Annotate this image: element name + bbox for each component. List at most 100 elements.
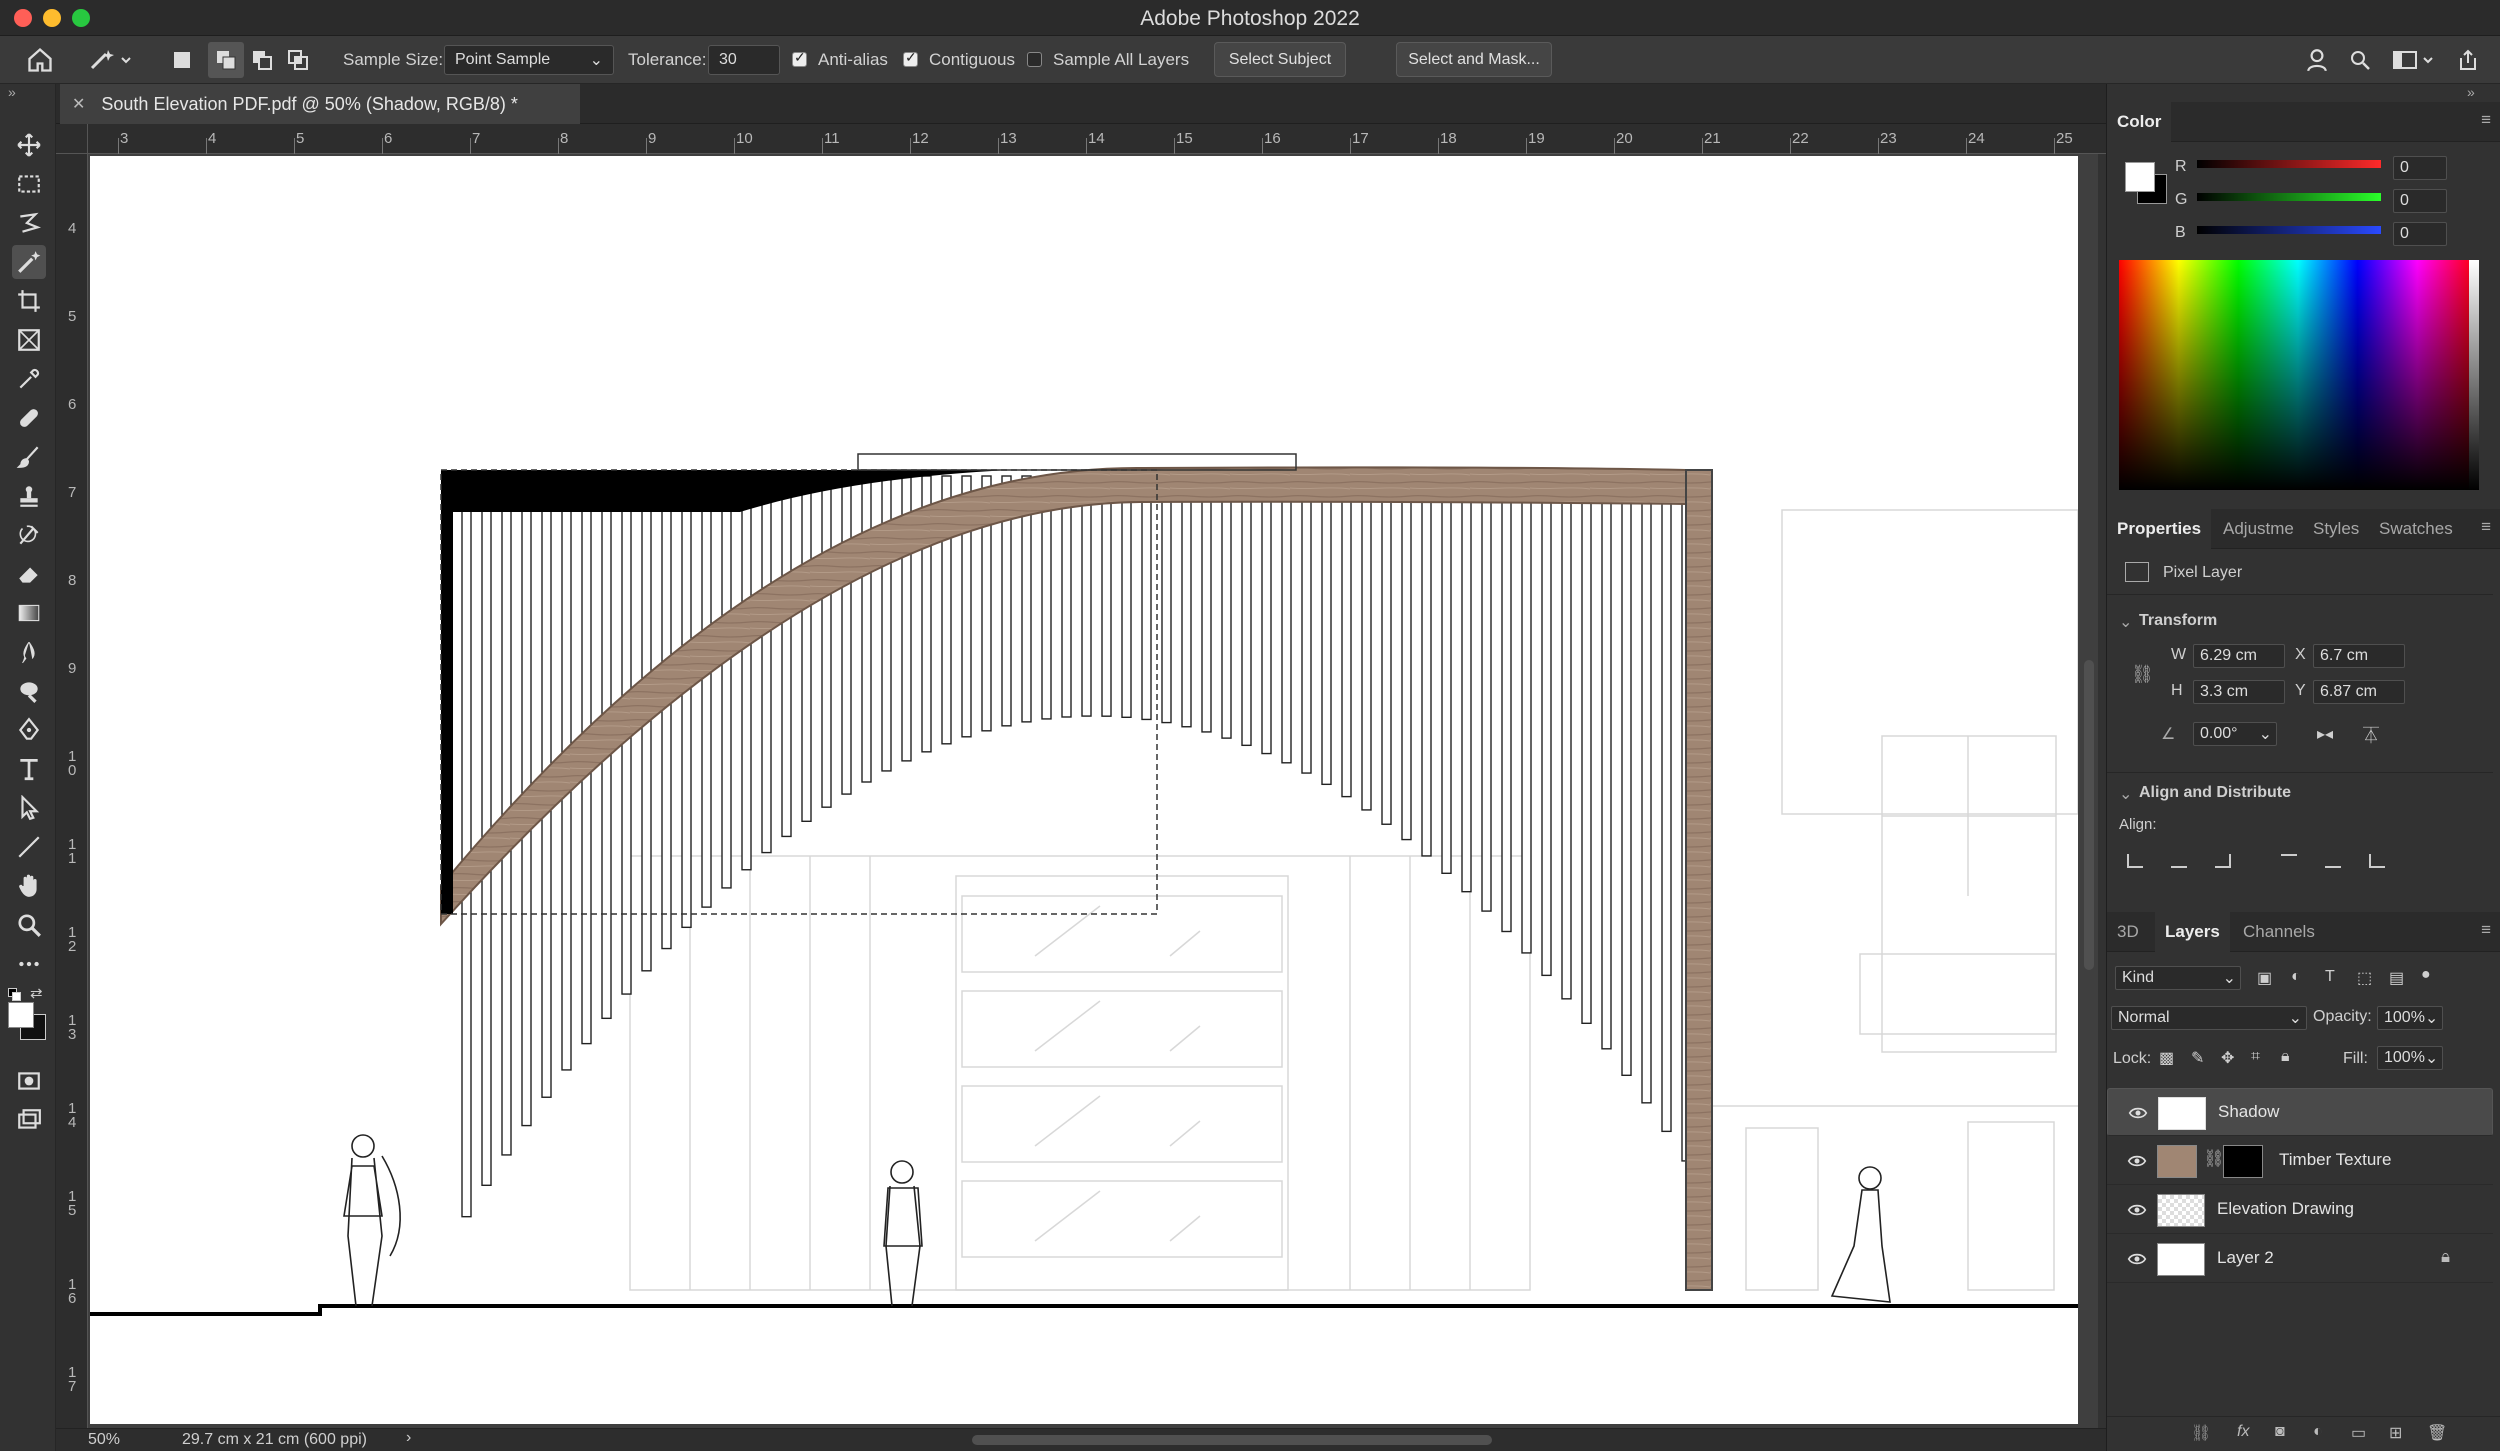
magic-wand-tool-icon[interactable] xyxy=(12,245,46,279)
x-input[interactable]: 6.7 cm xyxy=(2313,644,2405,668)
clone-stamp-tool-icon[interactable] xyxy=(12,479,46,513)
panel-menu-icon[interactable]: ≡ xyxy=(2481,920,2491,940)
line-tool-icon[interactable] xyxy=(12,830,46,864)
sample-size-select[interactable]: Point Sample ⌄ xyxy=(444,45,614,75)
blur-tool-icon[interactable] xyxy=(12,635,46,669)
tab-adjustments[interactable]: Adjustme xyxy=(2213,509,2304,549)
lock-artboard-icon[interactable]: ⌗ xyxy=(2251,1048,2260,1066)
add-mask-icon[interactable]: ◙ xyxy=(2275,1423,2285,1441)
filter-smart-object-icon[interactable]: ▤ xyxy=(2389,968,2404,988)
swap-colors-icon[interactable]: ⇄ xyxy=(30,984,43,1002)
history-brush-tool-icon[interactable] xyxy=(12,518,46,552)
screen-mode-icon[interactable] xyxy=(12,1103,46,1137)
blend-mode-select[interactable]: Normal ⌄ xyxy=(2111,1006,2307,1030)
tab-styles[interactable]: Styles xyxy=(2303,509,2369,549)
flip-horizontal-icon[interactable]: ▸◂ xyxy=(2317,724,2333,744)
align-vertical-center-icon[interactable] xyxy=(2325,854,2341,868)
blue-slider[interactable] xyxy=(2197,226,2381,234)
sample-all-layers-checkbox[interactable] xyxy=(1027,52,1042,67)
y-input[interactable]: 6.87 cm xyxy=(2313,680,2405,704)
layer-mask-thumbnail[interactable] xyxy=(2223,1145,2263,1178)
layer-row-shadow[interactable]: Shadow xyxy=(2107,1088,2493,1136)
tab-color[interactable]: Color xyxy=(2107,102,2172,142)
new-selection-icon[interactable] xyxy=(174,36,190,84)
layer-name[interactable]: Elevation Drawing xyxy=(2217,1199,2354,1219)
angle-input[interactable]: 0.00° ⌄ xyxy=(2193,722,2277,746)
align-bottom-icon[interactable] xyxy=(2369,854,2385,868)
chevron-down-icon[interactable]: ⌄ xyxy=(2119,784,2132,804)
height-input[interactable]: 3.3 cm xyxy=(2193,680,2285,704)
link-icon[interactable]: ⛓ xyxy=(2131,664,2154,685)
home-icon[interactable] xyxy=(26,36,54,84)
add-to-selection-icon[interactable] xyxy=(208,42,244,78)
eraser-tool-icon[interactable] xyxy=(12,557,46,591)
more-tools-icon[interactable] xyxy=(12,947,46,981)
width-input[interactable]: 6.29 cm xyxy=(2193,644,2285,668)
visibility-eye-icon[interactable] xyxy=(2127,1151,2147,1171)
tab-layers[interactable]: Layers xyxy=(2155,912,2230,952)
lock-all-icon[interactable]: 🔒︎ xyxy=(2281,1048,2290,1066)
filter-pixel-icon[interactable]: ▣ xyxy=(2257,968,2272,988)
align-section-title[interactable]: Align and Distribute xyxy=(2139,784,2291,802)
zoom-level[interactable]: 50% xyxy=(88,1431,120,1449)
vertical-scrollbar[interactable] xyxy=(2084,660,2094,970)
layer-row-layer-2[interactable]: Layer 2 🔒︎ xyxy=(2107,1235,2493,1283)
filter-shape-icon[interactable]: ⬚ xyxy=(2357,968,2372,988)
color-spectrum[interactable] xyxy=(2119,260,2477,490)
tab-swatches[interactable]: Swatches xyxy=(2369,509,2463,549)
lock-pixels-icon[interactable]: ✎ xyxy=(2191,1048,2204,1068)
horizontal-scrollbar[interactable] xyxy=(972,1435,1492,1445)
layer-name[interactable]: Shadow xyxy=(2218,1102,2279,1122)
close-tab-icon[interactable]: ✕ xyxy=(72,94,85,114)
select-subject-button[interactable]: Select Subject xyxy=(1214,42,1346,77)
filter-type-icon[interactable]: T xyxy=(2325,968,2335,986)
delete-layer-icon[interactable]: 🗑︎ xyxy=(2427,1423,2447,1443)
collapse-toolbar-icon[interactable]: » xyxy=(8,84,16,100)
workspace-icon[interactable] xyxy=(2392,36,2436,84)
tab-3d[interactable]: 3D xyxy=(2107,912,2149,952)
learn-icon[interactable] xyxy=(2304,36,2330,84)
mask-link-icon[interactable]: ⛓ xyxy=(2203,1149,2225,1169)
dodge-tool-icon[interactable] xyxy=(12,674,46,708)
foreground-color-swatch[interactable] xyxy=(8,1002,34,1028)
layer-row-timber-texture[interactable]: ⛓ Timber Texture xyxy=(2107,1137,2493,1185)
lock-transparent-icon[interactable]: ▩ xyxy=(2159,1048,2174,1068)
lasso-tool-icon[interactable] xyxy=(12,206,46,240)
contiguous-checkbox[interactable] xyxy=(903,49,918,67)
grayscale-ramp[interactable] xyxy=(2469,260,2479,490)
hand-tool-icon[interactable] xyxy=(12,869,46,903)
red-slider[interactable] xyxy=(2197,160,2381,168)
subtract-from-selection-icon[interactable] xyxy=(250,36,274,84)
filter-toggle-icon[interactable]: ● xyxy=(2421,966,2431,984)
move-tool-icon[interactable] xyxy=(12,128,46,162)
panel-menu-icon[interactable]: ≡ xyxy=(2481,517,2491,537)
align-horizontal-center-icon[interactable] xyxy=(2171,854,2187,868)
opacity-input[interactable]: 100% ⌄ xyxy=(2377,1006,2443,1030)
chevron-down-icon[interactable]: ⌄ xyxy=(2119,612,2132,632)
layer-name[interactable]: Timber Texture xyxy=(2279,1150,2391,1170)
eyedropper-tool-icon[interactable] xyxy=(12,362,46,396)
ruler-origin[interactable] xyxy=(56,124,88,154)
pen-tool-icon[interactable] xyxy=(12,713,46,747)
flip-vertical-icon[interactable]: ⏄ xyxy=(2363,722,2379,746)
anti-alias-checkbox[interactable] xyxy=(792,49,807,67)
link-layers-icon[interactable]: ⛓ xyxy=(2191,1423,2211,1443)
type-tool-icon[interactable] xyxy=(12,752,46,786)
share-icon[interactable] xyxy=(2456,36,2480,84)
layer-row-elevation-drawing[interactable]: Elevation Drawing xyxy=(2107,1186,2493,1234)
brush-tool-icon[interactable] xyxy=(12,440,46,474)
lock-position-icon[interactable]: ✥ xyxy=(2221,1048,2234,1068)
status-menu-icon[interactable]: › xyxy=(406,1429,411,1447)
quick-mask-icon[interactable] xyxy=(12,1064,46,1098)
default-colors-icon[interactable] xyxy=(8,988,22,1002)
search-icon[interactable] xyxy=(2348,36,2372,84)
adjustment-layer-icon[interactable]: ◐ xyxy=(2313,1423,2323,1441)
visibility-eye-icon[interactable] xyxy=(2127,1249,2147,1269)
marquee-tool-icon[interactable] xyxy=(12,167,46,201)
select-and-mask-button[interactable]: Select and Mask... xyxy=(1396,42,1552,77)
document-canvas[interactable] xyxy=(90,156,2079,1424)
new-layer-icon[interactable]: ⊞ xyxy=(2389,1423,2402,1443)
collapse-panels-icon[interactable]: » xyxy=(2467,84,2475,100)
visibility-eye-icon[interactable] xyxy=(2128,1103,2148,1123)
new-group-icon[interactable]: ▭ xyxy=(2351,1423,2366,1443)
